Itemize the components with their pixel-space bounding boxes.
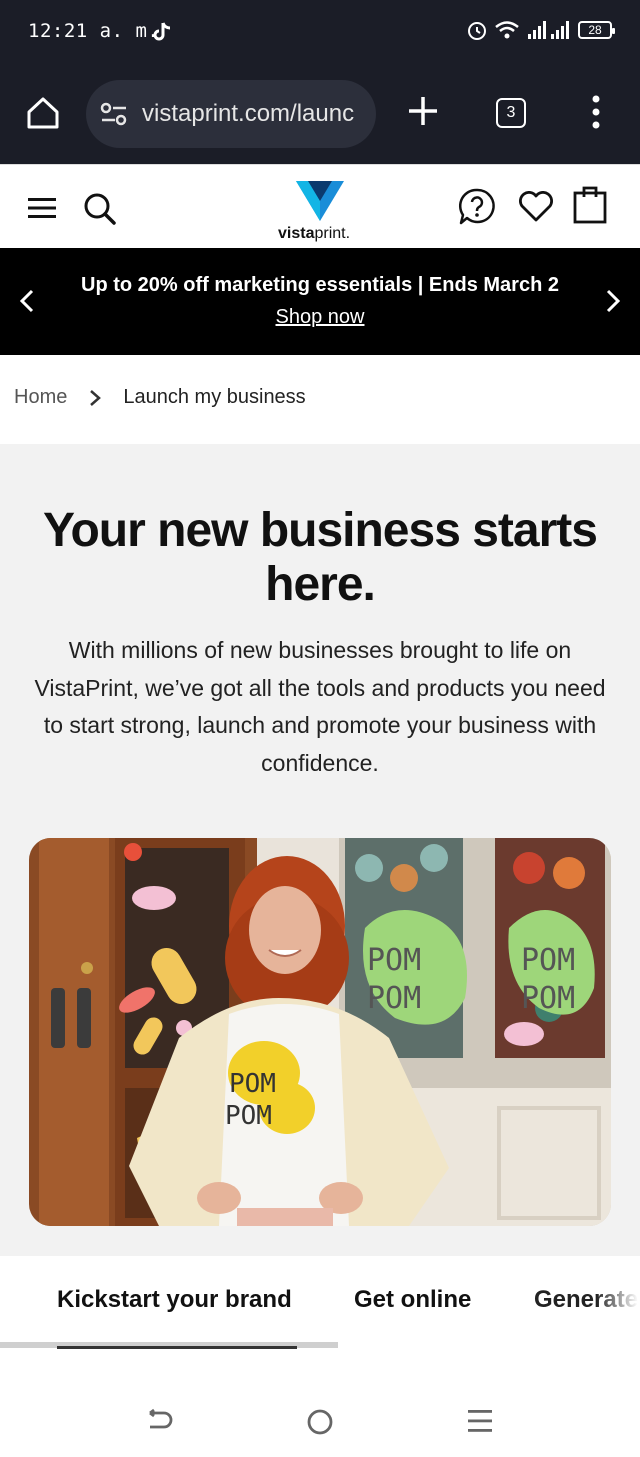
back-icon[interactable] — [146, 1408, 174, 1434]
heart-icon[interactable] — [518, 191, 554, 223]
alarm-icon — [468, 22, 486, 40]
window-sign-2-line-1: POM — [521, 943, 575, 978]
logo-light: print — [314, 225, 346, 242]
battery-icon: 28 — [578, 21, 615, 39]
logo-bold: vista — [278, 225, 315, 242]
hero-section: Your new business starts here. With mill… — [0, 444, 640, 1256]
site-settings-icon[interactable] — [100, 102, 128, 126]
home-icon[interactable] — [24, 94, 62, 132]
window-sign-1-line-2: POM — [367, 981, 421, 1016]
hero-illustration: POM POM POM POM POM POM — [29, 838, 611, 1226]
shirt-text-line-1: POM — [229, 1069, 276, 1099]
more-menu-icon[interactable] — [586, 94, 606, 130]
tab-get-online[interactable]: Get online — [354, 1286, 471, 1314]
new-tab-icon[interactable] — [406, 94, 440, 128]
status-bar: 12:21 a. m. 28 — [0, 0, 640, 70]
menu-icon[interactable] — [28, 197, 56, 219]
breadcrumb-home[interactable]: Home — [14, 386, 67, 409]
site-header: vistaprint. — [0, 164, 640, 248]
system-navigation-bar — [0, 1380, 640, 1457]
promo-text: Up to 20% off marketing essentials | End… — [81, 274, 559, 296]
tab-generate[interactable]: Generate — [534, 1286, 638, 1314]
breadcrumb-current: Launch my business — [123, 386, 306, 408]
chevron-right-icon[interactable] — [604, 288, 622, 314]
breadcrumb: Home Launch my business — [14, 386, 306, 409]
promo-banner: Up to 20% off marketing essentials | End… — [0, 248, 640, 355]
tab-kickstart-your-brand[interactable]: Kickstart your brand — [57, 1286, 292, 1314]
tiktok-icon — [153, 22, 171, 41]
shop-now-link[interactable]: Shop now — [0, 306, 640, 329]
url-text: vistaprint.com/launc — [142, 100, 355, 127]
help-icon[interactable] — [458, 187, 496, 227]
shirt-text-line-2: POM — [225, 1101, 272, 1131]
home-circle-icon[interactable] — [306, 1408, 334, 1436]
window-sign-1-line-1: POM — [367, 943, 421, 978]
category-tabs: Kickstart your brand Get online Generate — [0, 1256, 640, 1356]
search-icon[interactable] — [82, 191, 118, 227]
logo-suffix: . — [345, 225, 351, 242]
window-sign-2-line-2: POM — [521, 981, 575, 1016]
signal-icon — [528, 21, 569, 39]
tab-switcher-icon[interactable]: 3 — [496, 98, 526, 128]
address-bar[interactable]: vistaprint.com/launc — [86, 80, 376, 148]
recents-icon[interactable] — [468, 1408, 492, 1434]
hero-image: POM POM POM POM POM POM — [29, 838, 611, 1226]
wifi-icon — [495, 21, 519, 39]
status-time: 12:21 a. m. — [28, 20, 160, 42]
logo-wordmark[interactable]: vistaprint. — [278, 225, 350, 243]
hero-description: With millions of new businesses brought … — [34, 637, 606, 776]
cart-icon[interactable] — [572, 183, 608, 225]
page-title: Your new business starts here. — [43, 504, 598, 611]
active-tab-indicator — [57, 1346, 297, 1349]
browser-toolbar: vistaprint.com/launc 3 — [0, 70, 640, 164]
chevron-right-icon — [90, 389, 102, 406]
vistaprint-logo[interactable] — [296, 179, 344, 223]
